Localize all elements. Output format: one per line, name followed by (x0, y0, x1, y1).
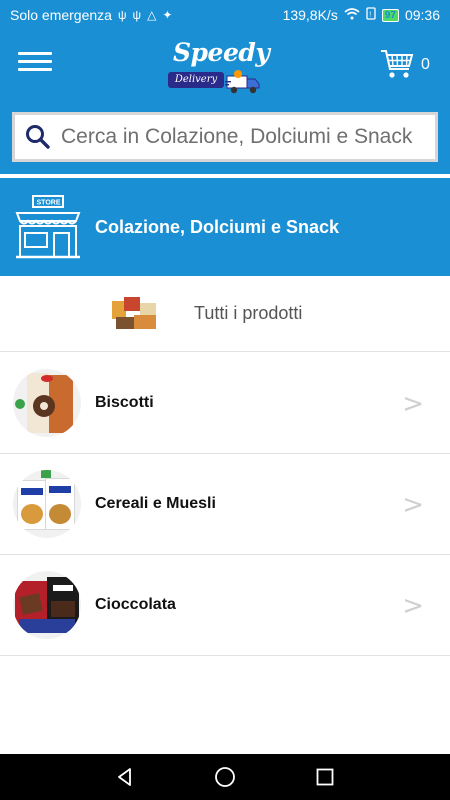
sim-icon: ! (366, 7, 376, 23)
list-item-label: Cioccolata (95, 596, 176, 613)
battery-icon: 97 (381, 8, 399, 22)
carrier-text: Solo emergenza (10, 7, 112, 23)
list-item-cioccolata[interactable]: Cioccolata > (0, 555, 450, 656)
chevron-right-icon: > (402, 389, 424, 419)
logo-speedy-text: Speedy (173, 38, 270, 67)
all-products-row[interactable]: Tutti i prodotti (0, 276, 450, 352)
status-bar: Solo emergenza ψ ψ △ ✦ 139,8K/s ! 97 09:… (0, 0, 450, 30)
logo-delivery-text: Delivery (168, 72, 224, 88)
recent-apps-icon[interactable] (275, 767, 375, 787)
cart-count-badge: 0 (421, 56, 430, 73)
clock: 09:36 (404, 7, 440, 23)
speedy-delivery-logo: Speedy Delivery (165, 38, 270, 100)
home-icon[interactable] (175, 766, 275, 788)
network-speed: 139,8K/s (282, 7, 338, 23)
list-item-label: Biscotti (95, 394, 154, 411)
system-navigation-bar (0, 754, 450, 800)
warning-icon: △ (147, 8, 157, 22)
category-banner: STORE Colazione, Dolciumi e Snack (0, 178, 450, 276)
hamburger-menu-icon[interactable] (18, 52, 52, 78)
search-icon[interactable] (25, 124, 51, 150)
list-item-label: Cereali e Muesli (95, 495, 216, 512)
delivery-truck-icon (225, 70, 260, 94)
list-item-cereali-e-muesli[interactable]: Cereali e Muesli > (0, 454, 450, 555)
chevron-right-icon: > (402, 490, 424, 520)
svg-text:!: ! (369, 12, 371, 19)
subcategory-list: Biscotti > Cereali e Muesli > Cioccolata… (0, 353, 450, 656)
biscotti-thumbnail (13, 369, 81, 437)
back-icon[interactable] (75, 767, 175, 787)
usb-icon-2: ψ (132, 8, 142, 22)
store-icon: STORE (15, 195, 81, 259)
shopping-cart-icon[interactable] (380, 48, 414, 80)
list-item-biscotti[interactable]: Biscotti > (0, 353, 450, 454)
chevron-right-icon: > (402, 591, 424, 621)
category-title: Colazione, Dolciumi e Snack (95, 216, 340, 237)
cioccolata-thumbnail (13, 571, 81, 639)
app-header: Speedy Delivery 0 (0, 30, 450, 174)
all-products-label: Tutti i prodotti (194, 303, 303, 323)
all-products-thumbnail (112, 296, 158, 331)
search-bar (12, 112, 438, 162)
store-sign-text: STORE (37, 200, 61, 207)
wifi-icon (344, 7, 360, 23)
notification-icon: ✦ (162, 8, 173, 22)
usb-icon: ψ (117, 8, 127, 22)
search-input[interactable] (61, 125, 431, 149)
cereali-thumbnail (13, 470, 81, 538)
